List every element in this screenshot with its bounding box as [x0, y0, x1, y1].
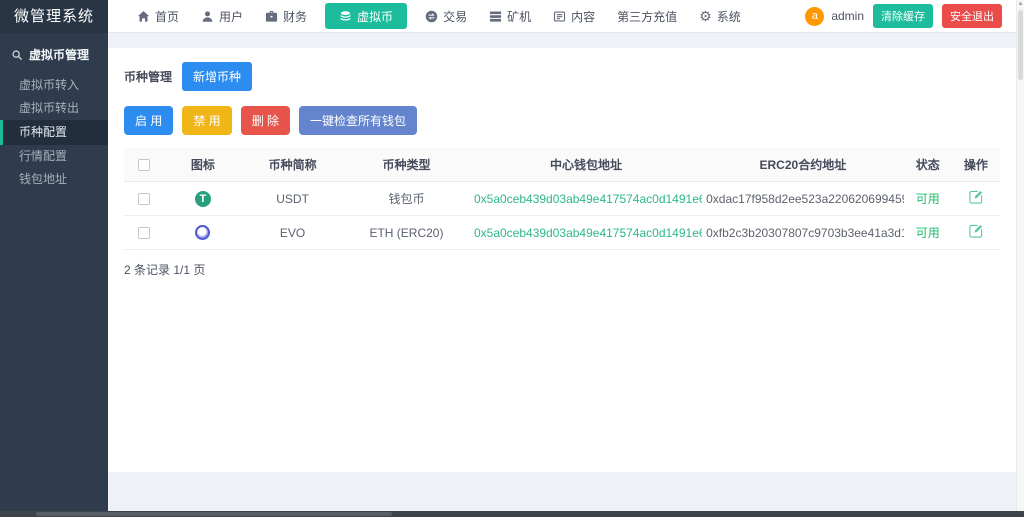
clear-cache-button[interactable]: 清除缓存 [873, 4, 933, 28]
edit-icon[interactable] [969, 224, 983, 238]
header-erc20-address: ERC20合约地址 [702, 148, 903, 182]
tab-coin-management[interactable]: 币种管理 [124, 68, 172, 85]
top-header: 首页 用户 财务 虚拟币 交易 矿机 [108, 0, 1016, 33]
header-symbol: 币种简称 [242, 148, 343, 182]
delete-button[interactable]: 删 除 [241, 106, 290, 135]
nav-item-label: 财务 [283, 8, 307, 25]
status-badge: 可用 [916, 226, 940, 240]
vertical-scrollbar-thumb[interactable] [1018, 10, 1023, 80]
nav-item-users[interactable]: 用户 [190, 0, 254, 32]
nav-item-home[interactable]: 首页 [126, 0, 190, 32]
header-icon: 图标 [163, 148, 242, 182]
nav-item-thirdparty-recharge[interactable]: 第三方充值 [606, 0, 688, 32]
header-type: 币种类型 [343, 148, 470, 182]
evo-coin-icon [195, 225, 210, 240]
horizontal-scrollbar-thumb[interactable] [36, 512, 392, 516]
nav-item-label: 用户 [219, 8, 243, 25]
header-checkbox-cell [124, 148, 163, 182]
sidebar-item-label: 币种配置 [19, 125, 67, 139]
tabs-row: 币种管理 新增币种 [124, 62, 1000, 91]
nav-item-label: 第三方充值 [617, 8, 677, 25]
check-all-wallets-button[interactable]: 一键检查所有钱包 [299, 106, 417, 135]
search-icon [11, 49, 23, 61]
avatar: a [805, 7, 824, 26]
sidebar-item-market-config[interactable]: 行情配置 [0, 145, 108, 168]
logout-button[interactable]: 安全退出 [942, 4, 1002, 28]
disable-button[interactable]: 禁 用 [182, 106, 231, 135]
nav-item-content[interactable]: 内容 [542, 0, 606, 32]
table-row: T USDT 钱包币 0x5a0ceb439d03ab49e417574ac0d… [124, 182, 1000, 216]
coin-type: 钱包币 [343, 182, 470, 216]
nav-item-finance[interactable]: 财务 [254, 0, 318, 32]
row-checkbox[interactable] [138, 193, 150, 205]
sidebar-item-coin-transfer-out[interactable]: 虚拟币转出 [0, 97, 108, 120]
app-window: 微管理系统 虚拟币管理 虚拟币转入 虚拟币转出 币种配置 行情配置 钱包地址 首… [0, 0, 1024, 517]
horizontal-scrollbar[interactable] [0, 511, 1024, 517]
toolbar: 启 用 禁 用 删 除 一键检查所有钱包 [124, 106, 1000, 135]
home-icon [137, 10, 150, 23]
coin-table: 图标 币种简称 币种类型 中心钱包地址 ERC20合约地址 状态 操作 T US… [124, 148, 1000, 250]
vertical-scrollbar[interactable]: ▲ [1016, 0, 1024, 511]
gear-icon: ⚙ [699, 10, 712, 23]
exchange-icon [425, 10, 438, 23]
newspaper-icon [553, 10, 566, 23]
nav-item-label: 系统 [717, 8, 741, 25]
nav-item-miner[interactable]: 矿机 [478, 0, 542, 32]
enable-button[interactable]: 启 用 [124, 106, 173, 135]
coin-type: ETH (ERC20) [343, 216, 470, 250]
table-row: EVO ETH (ERC20) 0x5a0ceb439d03ab49e41757… [124, 216, 1000, 250]
sidebar-item-label: 行情配置 [19, 149, 67, 163]
coin-symbol: EVO [242, 216, 343, 250]
nav-item-virtual-currency[interactable]: 虚拟币 [325, 3, 407, 29]
select-all-checkbox[interactable] [138, 159, 150, 171]
user-menu[interactable]: a admin [805, 7, 864, 26]
usdt-coin-icon: T [195, 191, 211, 207]
scroll-up-arrow-icon[interactable]: ▲ [1017, 0, 1024, 8]
nav-item-label: 矿机 [507, 8, 531, 25]
app-logo: 微管理系统 [0, 0, 108, 33]
sidebar-item-label: 钱包地址 [19, 172, 67, 186]
server-icon [489, 10, 502, 23]
wallet-address-link[interactable]: 0x5a0ceb439d03ab49e417574ac0d1491e678943… [474, 192, 702, 206]
header-status: 状态 [904, 148, 952, 182]
briefcase-icon [265, 10, 278, 23]
header-wallet-address: 中心钱包地址 [470, 148, 702, 182]
sidebar-item-label: 虚拟币转入 [19, 78, 79, 92]
coins-icon [339, 10, 352, 23]
status-badge: 可用 [916, 192, 940, 206]
user-icon [201, 10, 214, 23]
sidebar-item-coin-transfer-in[interactable]: 虚拟币转入 [0, 74, 108, 97]
header-actions: 操作 [952, 148, 1000, 182]
erc20-address: 0xdac17f958d2ee523a2206206994597c13d831e… [706, 192, 903, 206]
add-coin-button[interactable]: 新增币种 [182, 62, 252, 91]
top-nav: 首页 用户 财务 虚拟币 交易 矿机 [126, 0, 752, 32]
nav-item-label: 虚拟币 [357, 8, 393, 25]
pagination-info: 2 条记录 1/1 页 [124, 261, 1000, 278]
sidebar-item-label: 虚拟币转出 [19, 101, 79, 115]
sidebar-section-label: 虚拟币管理 [29, 46, 89, 63]
nav-item-trade[interactable]: 交易 [414, 0, 478, 32]
sidebar: 微管理系统 虚拟币管理 虚拟币转入 虚拟币转出 币种配置 行情配置 钱包地址 [0, 0, 108, 511]
sidebar-item-wallet-address[interactable]: 钱包地址 [0, 168, 108, 191]
header-right: a admin 清除缓存 安全退出 [805, 4, 1008, 28]
row-checkbox[interactable] [138, 227, 150, 239]
coin-symbol: USDT [242, 182, 343, 216]
nav-item-label: 首页 [155, 8, 179, 25]
table-header-row: 图标 币种简称 币种类型 中心钱包地址 ERC20合约地址 状态 操作 [124, 148, 1000, 182]
main-panel: 币种管理 新增币种 启 用 禁 用 删 除 一键检查所有钱包 图标 币种简称 币… [108, 48, 1016, 472]
edit-icon[interactable] [969, 190, 983, 204]
username: admin [831, 9, 864, 23]
wallet-address-link[interactable]: 0x5a0ceb439d03ab49e417574ac0d1491e678943… [474, 226, 702, 240]
sidebar-section-virtual-currency[interactable]: 虚拟币管理 [0, 33, 108, 74]
nav-item-system[interactable]: ⚙ 系统 [688, 0, 752, 32]
nav-item-label: 交易 [443, 8, 467, 25]
erc20-address: 0xfb2c3b20307807c9703b3ee41a3d142cfb5bb1… [706, 226, 903, 240]
nav-item-label: 内容 [571, 8, 595, 25]
sidebar-item-coin-config[interactable]: 币种配置 [0, 120, 108, 145]
